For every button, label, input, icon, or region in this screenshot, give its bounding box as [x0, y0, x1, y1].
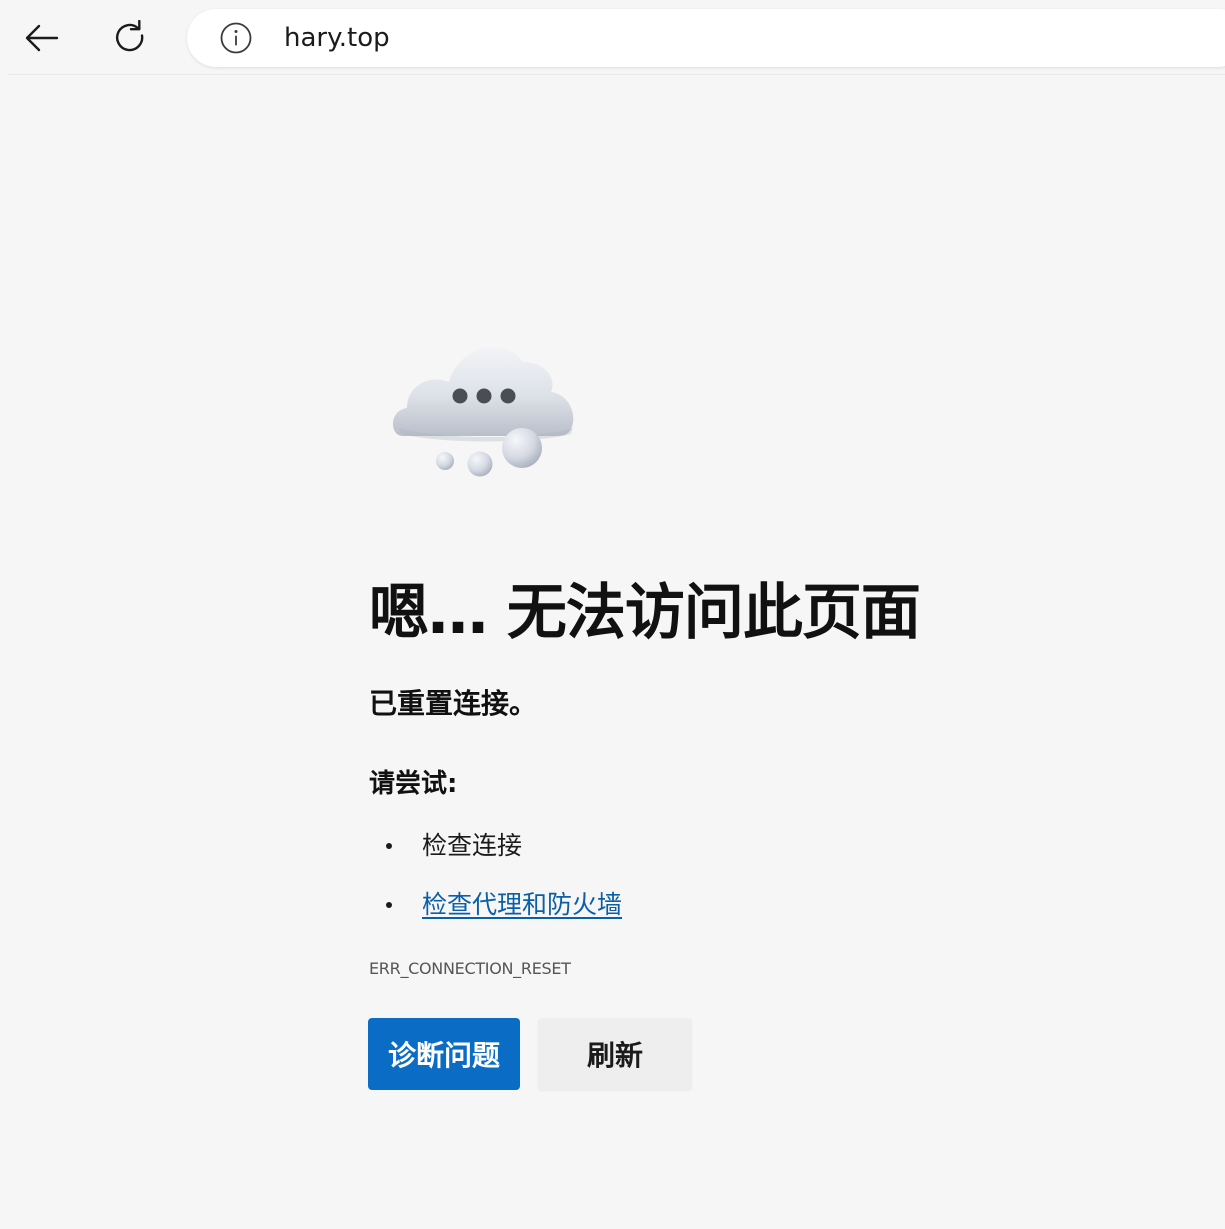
url-text[interactable]: hary.top [284, 23, 390, 53]
suggestion-check-connection: 检查连接 [422, 831, 523, 860]
browser-toolbar: hary.top [0, 0, 1225, 76]
error-title: 嗯… 无法访问此页面 [369, 578, 921, 648]
toolbar-divider [8, 74, 1225, 75]
reload-button[interactable] [104, 12, 156, 64]
suggestion-item: 检查代理和防火墙 [386, 887, 622, 923]
back-arrow-icon [25, 24, 59, 52]
suggestion-item: 检查连接 [386, 828, 522, 864]
cloud-thinking-icon [392, 346, 574, 477]
reload-icon [115, 20, 144, 52]
error-code: ERR_CONNECTION_RESET [369, 959, 571, 978]
check-proxy-firewall-link[interactable]: 检查代理和防火墙 [422, 889, 622, 921]
diagnose-button[interactable]: 诊断问题 [368, 1018, 520, 1090]
try-heading: 请尝试: [369, 769, 458, 799]
error-subtitle: 已重置连接。 [369, 687, 538, 720]
back-button[interactable] [16, 12, 68, 64]
info-icon[interactable] [220, 22, 252, 54]
bullet-dot [386, 843, 392, 849]
refresh-button[interactable]: 刷新 [538, 1018, 692, 1090]
address-bar[interactable]: hary.top [187, 9, 1225, 67]
bullet-dot [386, 902, 392, 908]
